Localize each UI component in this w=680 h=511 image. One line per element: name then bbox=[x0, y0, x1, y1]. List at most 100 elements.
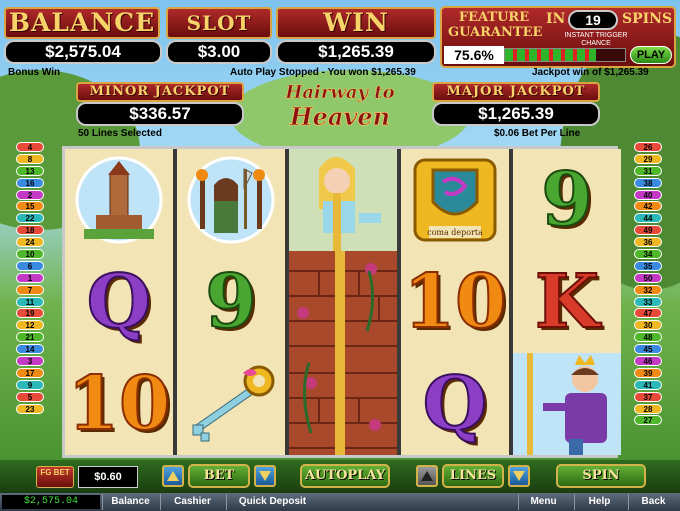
lines-up-button[interactable] bbox=[416, 465, 438, 487]
help-button[interactable]: Help bbox=[574, 494, 624, 510]
symbol-q: Q bbox=[422, 361, 488, 447]
minor-jackpot-value: $336.57 bbox=[76, 102, 244, 126]
slot-bet-value: $3.00 bbox=[166, 40, 272, 64]
payline-badge: 18 bbox=[16, 225, 44, 236]
game-scene: BALANCE $2,575.04 SLOT BET $3.00 WIN $1,… bbox=[0, 0, 680, 511]
reel-4: coma deporta 10 Q bbox=[401, 149, 509, 455]
feature-label: FEATURE bbox=[458, 10, 530, 25]
reel-window: Q 10 9 coma deporta 10 Q 9 K bbox=[62, 146, 621, 458]
payline-badge: 4 bbox=[16, 142, 44, 152]
bet-button[interactable]: BET bbox=[188, 464, 250, 488]
reel-2: 9 bbox=[177, 149, 285, 455]
reel-1: Q 10 bbox=[65, 149, 173, 455]
symbol-rapunzel-tower bbox=[289, 149, 397, 251]
payline-badge: 3 bbox=[16, 356, 44, 367]
jackpot-win-message: Jackpot win of $1,265.39 bbox=[532, 67, 649, 78]
crest-text: coma deporta bbox=[427, 228, 483, 237]
payline-badge: 40 bbox=[634, 189, 662, 200]
symbol-9: 9 bbox=[204, 259, 257, 345]
payline-badge: 38 bbox=[634, 177, 662, 188]
payline-badge: 50 bbox=[634, 272, 662, 283]
symbol-prince bbox=[513, 353, 621, 455]
play-button[interactable]: PLAY bbox=[630, 46, 672, 64]
symbol-crest: coma deporta bbox=[401, 149, 509, 251]
payline-badge: 36 bbox=[634, 237, 662, 248]
arrow-down-icon bbox=[513, 471, 525, 481]
major-jackpot-label: MAJOR JACKPOT bbox=[432, 82, 600, 102]
lines-selected-text: 50 Lines Selected bbox=[78, 128, 162, 139]
payline-badge: 11 bbox=[16, 296, 44, 307]
feature-guarantee-panel: FEATURE GUARANTEE IN 19 SPINS INSTANT TR… bbox=[440, 6, 676, 68]
payline-badge: 8 bbox=[16, 153, 44, 164]
payline-badge: 22 bbox=[16, 213, 44, 224]
payline-badge: 35 bbox=[634, 260, 662, 271]
symbol-k: K bbox=[534, 259, 600, 345]
bottom-balance-label[interactable]: Balance bbox=[102, 494, 158, 510]
auto-play-message: Auto Play Stopped - You won $1,265.39 bbox=[230, 67, 416, 78]
lines-down-button[interactable] bbox=[508, 465, 530, 487]
symbol-10: 10 bbox=[67, 361, 172, 447]
payline-badge: 42 bbox=[634, 201, 662, 212]
logo-line-2: Heaven bbox=[289, 102, 391, 131]
slot-bet-label: SLOT BET bbox=[166, 7, 272, 63]
fg-bet-value: $0.60 bbox=[78, 466, 138, 488]
payline-badge: 28 bbox=[634, 403, 662, 414]
major-jackpot-value: $1,265.39 bbox=[432, 102, 600, 126]
payline-badge: 49 bbox=[634, 225, 662, 236]
payline-badge: 37 bbox=[634, 391, 662, 402]
feature-progress-fill bbox=[505, 49, 596, 61]
payline-badge: 46 bbox=[634, 356, 662, 367]
feature-progress-bar bbox=[504, 48, 626, 62]
payline-badge: 48 bbox=[634, 332, 662, 343]
menu-button[interactable]: Menu bbox=[518, 494, 568, 510]
spin-button[interactable]: SPIN bbox=[556, 464, 646, 488]
payline-badge: 2 bbox=[16, 189, 44, 200]
balance-value: $2,575.04 bbox=[4, 40, 162, 64]
payline-badge: 29 bbox=[634, 153, 662, 164]
payline-badge: 24 bbox=[16, 237, 44, 248]
payline-badge: 6 bbox=[16, 260, 44, 271]
back-button[interactable]: Back bbox=[628, 494, 678, 510]
payline-badge: 32 bbox=[634, 284, 662, 295]
minor-jackpot-label: MINOR JACKPOT bbox=[76, 82, 244, 102]
bottom-balance-value: $2,575.04 bbox=[2, 495, 100, 509]
feature-spins-count: 19 bbox=[568, 10, 618, 30]
payline-badge: 33 bbox=[634, 296, 662, 307]
autoplay-button[interactable]: AUTOPLAY bbox=[300, 464, 390, 488]
payline-badge: 34 bbox=[634, 249, 662, 260]
arrow-up-icon bbox=[167, 471, 179, 481]
bet-up-button[interactable] bbox=[162, 465, 184, 487]
payline-badge: 41 bbox=[634, 379, 662, 390]
cashier-button[interactable]: Cashier bbox=[160, 494, 224, 510]
payline-badge: 30 bbox=[634, 320, 662, 331]
symbol-wall-roses bbox=[289, 353, 397, 455]
payline-badge: 9 bbox=[16, 379, 44, 390]
payline-badge: 10 bbox=[16, 249, 44, 260]
payline-badge: 23 bbox=[16, 403, 44, 414]
payline-badge: 26 bbox=[634, 142, 662, 152]
payline-badge: 12 bbox=[16, 320, 44, 331]
payline-badge: 47 bbox=[634, 308, 662, 319]
payline-badge: 13 bbox=[16, 165, 44, 176]
payline-badge: 27 bbox=[634, 415, 662, 426]
left-payline-indicators: 4 8 13 16 2 15 22 18 24 10 6 1 7 11 19 12 21 14 3 17 9 5 23 bbox=[16, 142, 46, 415]
quick-deposit-button[interactable]: Quick Deposit bbox=[226, 494, 318, 510]
bet-down-button[interactable] bbox=[254, 465, 276, 487]
lines-button[interactable]: LINES bbox=[442, 464, 504, 488]
symbol-wall-roses bbox=[289, 251, 397, 353]
casino-bottom-bar: $2,575.04 Balance Cashier Quick Deposit … bbox=[0, 493, 680, 511]
logo-line-1: Hairway to bbox=[285, 82, 395, 104]
payline-badge: 1 bbox=[16, 272, 44, 283]
payline-badge: 15 bbox=[16, 201, 44, 212]
instant-trigger-label: INSTANT TRIGGER CHANCE bbox=[564, 32, 628, 47]
payline-badge: 19 bbox=[16, 308, 44, 319]
right-payline-indicators: 26 29 31 38 40 42 44 49 36 34 35 50 32 33 47 30 48 45 46 39… bbox=[634, 142, 664, 427]
payline-badge: 7 bbox=[16, 284, 44, 295]
payline-badge: 17 bbox=[16, 367, 44, 378]
arrow-down-icon bbox=[259, 471, 271, 481]
symbol-rapunzel-axe bbox=[177, 149, 285, 251]
payline-badge: 16 bbox=[16, 177, 44, 188]
symbol-key bbox=[177, 353, 285, 455]
feature-in-label: IN bbox=[546, 11, 566, 27]
payline-badge: 21 bbox=[16, 332, 44, 343]
